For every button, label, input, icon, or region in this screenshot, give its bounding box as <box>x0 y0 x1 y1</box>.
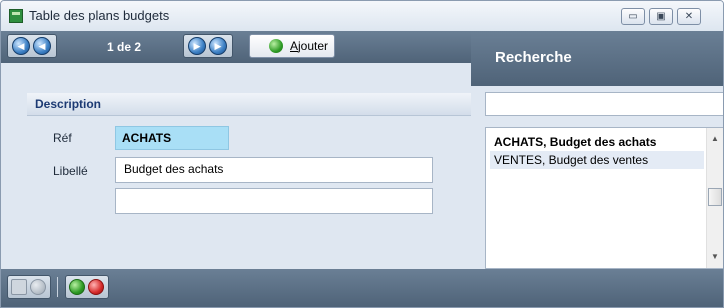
ref-label: Réf <box>53 131 72 145</box>
delete-red-icon[interactable] <box>88 279 104 295</box>
save-cancel-group <box>7 275 51 299</box>
list-item[interactable]: ACHATS, Budget des achats <box>490 133 704 151</box>
scroll-down-icon[interactable]: ▼ <box>711 252 719 261</box>
record-counter: 1 de 2 <box>107 40 142 54</box>
previous-record-icon[interactable]: ◀ <box>33 37 51 55</box>
search-title: Recherche <box>495 49 572 66</box>
maximize-button[interactable]: ▣ <box>649 8 673 25</box>
minimize-button[interactable]: ▭ <box>621 8 645 25</box>
extra-field[interactable] <box>115 188 433 214</box>
title-bar: Table des plans budgets ▭ ▣ ✕ <box>1 1 723 31</box>
ref-field[interactable]: ACHATS <box>115 126 229 150</box>
add-green-icon <box>269 39 283 53</box>
search-input[interactable] <box>485 92 723 116</box>
scroll-thumb[interactable] <box>708 188 722 206</box>
scroll-up-icon[interactable]: ▲ <box>711 134 719 143</box>
list-item[interactable]: VENTES, Budget des ventes <box>490 151 704 169</box>
description-header: Description <box>27 93 471 116</box>
next-record-icon[interactable]: ▶ <box>188 37 206 55</box>
add-button-label: Ajouter <box>290 39 329 53</box>
results-scrollbar[interactable]: ▲ ▼ <box>706 128 723 268</box>
nav-back-group: ◀ ◀ <box>7 34 57 58</box>
app-icon <box>9 9 23 23</box>
cancel-icon[interactable] <box>30 279 46 295</box>
new-green-icon[interactable] <box>69 279 85 295</box>
libelle-field[interactable]: Budget des achats <box>115 157 433 183</box>
description-title: Description <box>35 97 102 111</box>
add-button[interactable]: Ajouter <box>249 34 335 58</box>
last-record-icon[interactable]: ▶ <box>209 37 227 55</box>
save-icon[interactable] <box>11 279 27 295</box>
new-delete-group <box>65 275 109 299</box>
budget-plans-window: Table des plans budgets ▭ ▣ ✕ ◀ ◀ ▶ ▶ Aj… <box>0 0 724 308</box>
window-title: Table des plans budgets <box>29 8 170 23</box>
libelle-label: Libellé <box>53 164 88 178</box>
nav-forward-group: ▶ ▶ <box>183 34 233 58</box>
search-results-list: ACHATS, Budget des achats VENTES, Budget… <box>485 127 723 269</box>
first-record-icon[interactable]: ◀ <box>12 37 30 55</box>
close-button[interactable]: ✕ <box>677 8 701 25</box>
toolbar-divider <box>57 277 58 297</box>
bottom-toolbar <box>1 269 723 307</box>
